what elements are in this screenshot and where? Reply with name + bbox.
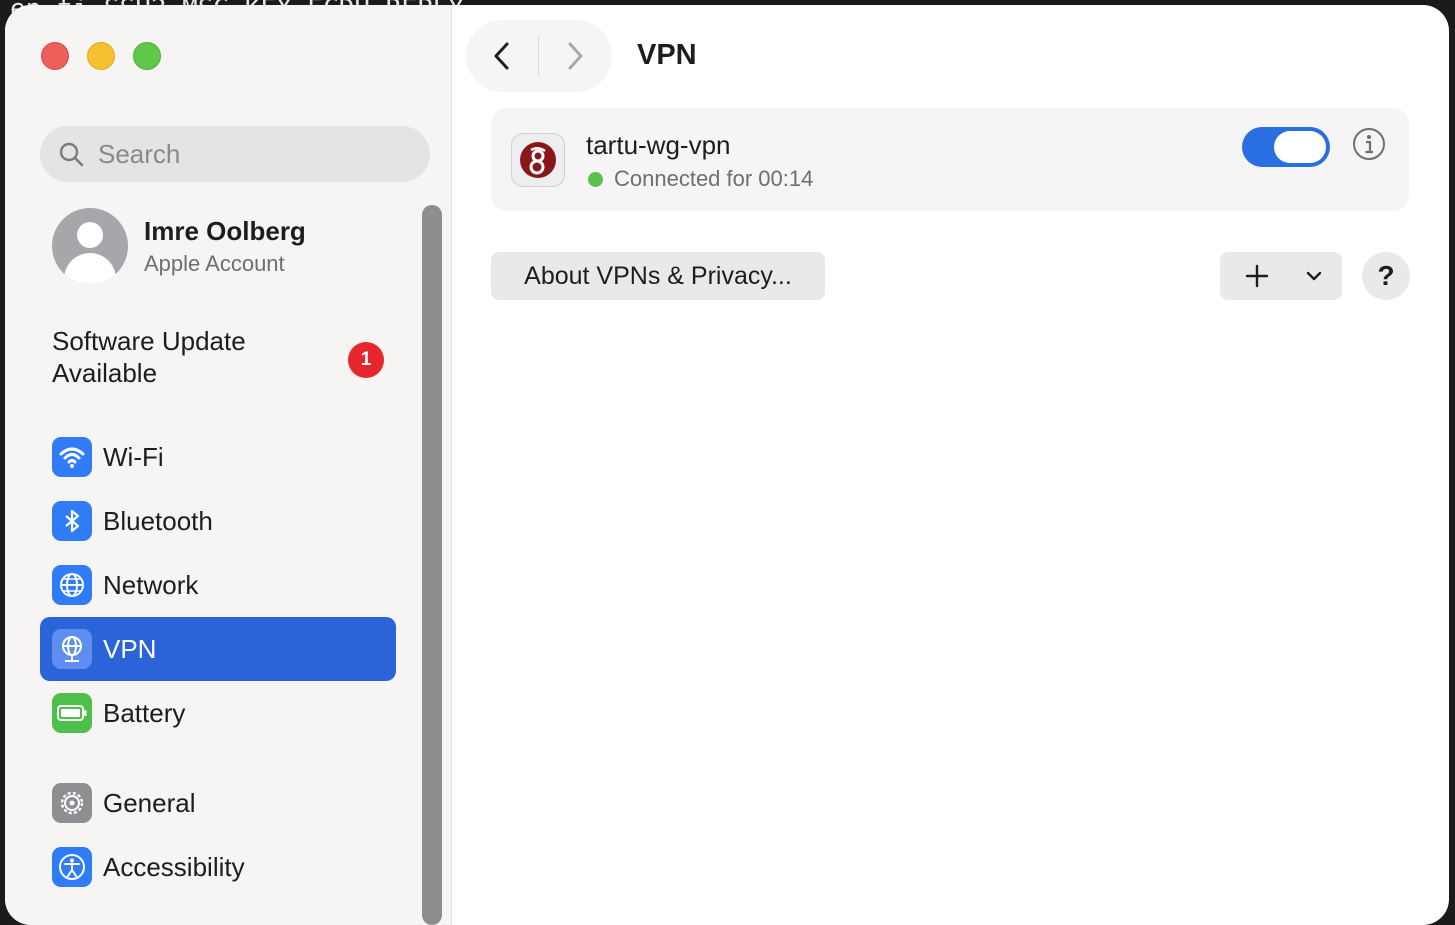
sidebar: Search Imre Oolberg Apple Account Softwa… [5,5,452,925]
close-button[interactable] [41,42,69,70]
page-title: VPN [637,39,697,71]
apple-account[interactable]: Imre Oolberg Apple Account [52,208,306,284]
add-vpn-button[interactable] [1220,252,1342,300]
help-button[interactable]: ? [1362,252,1410,300]
sidebar-item-wifi[interactable]: Wi-Fi [40,425,396,489]
main-pane: VPN tartu-wg-vpn Connected for 00:14 Abo… [451,5,1449,925]
back-button[interactable] [466,20,538,92]
sidebar-item-accessibility[interactable]: Accessibility [40,835,396,899]
sidebar-item-label: Wi-Fi [103,441,164,472]
sidebar-item-label: General [103,787,196,818]
navigation-buttons [466,20,612,92]
sidebar-item-general[interactable]: General [40,771,396,835]
wifi-icon [52,437,92,477]
sidebar-scrollbar[interactable] [422,205,442,925]
search-placeholder: Search [98,138,181,169]
search-field[interactable]: Search [40,126,430,182]
globe-icon [52,565,92,605]
settings-window: Search Imre Oolberg Apple Account Softwa… [5,5,1449,925]
vpn-toggle[interactable] [1242,127,1330,167]
sidebar-item-label: VPN [103,633,157,664]
account-name: Imre Oolberg [144,215,306,246]
vpn-status: Connected for 00:14 [588,166,813,192]
accessibility-icon [52,847,92,887]
software-update-item[interactable]: Software Update Available 1 [52,325,392,389]
sidebar-item-network[interactable]: Network [40,553,396,617]
about-vpns-privacy-button[interactable]: About VPNs & Privacy... [491,252,825,300]
bluetooth-icon [52,501,92,541]
software-update-label: Software Update Available [52,326,246,388]
add-icon [1220,264,1294,288]
sidebar-item-bluetooth[interactable]: Bluetooth [40,489,396,553]
vpn-globe-icon [52,629,92,669]
sidebar-item-label: Battery [103,697,186,728]
avatar [52,208,128,284]
zoom-button[interactable] [133,42,161,70]
update-badge: 1 [348,342,384,378]
sidebar-item-battery[interactable]: Battery [40,681,396,745]
sidebar-item-label: Bluetooth [103,505,213,536]
battery-icon [52,693,92,733]
chevron-down-icon[interactable] [1294,271,1334,281]
minimize-button[interactable] [87,42,115,70]
search-icon [59,142,84,167]
sidebar-item-label: Network [103,569,199,600]
window-controls [41,42,161,70]
chevron-left-icon [494,42,509,70]
vpn-name: tartu-wg-vpn [586,130,731,160]
info-icon[interactable] [1352,127,1386,161]
chevron-right-icon [568,42,583,70]
vpn-connection-card: tartu-wg-vpn Connected for 00:14 [491,108,1409,211]
account-subtitle: Apple Account [144,250,285,276]
sidebar-item-vpn[interactable]: VPN [40,617,396,681]
connected-status-dot [588,171,603,187]
sidebar-item-label: Accessibility [103,851,245,882]
gear-icon [52,783,92,823]
forward-button[interactable] [539,20,611,92]
vpn-status-text: Connected for 00:14 [614,166,814,191]
wireguard-app-icon [511,133,565,187]
